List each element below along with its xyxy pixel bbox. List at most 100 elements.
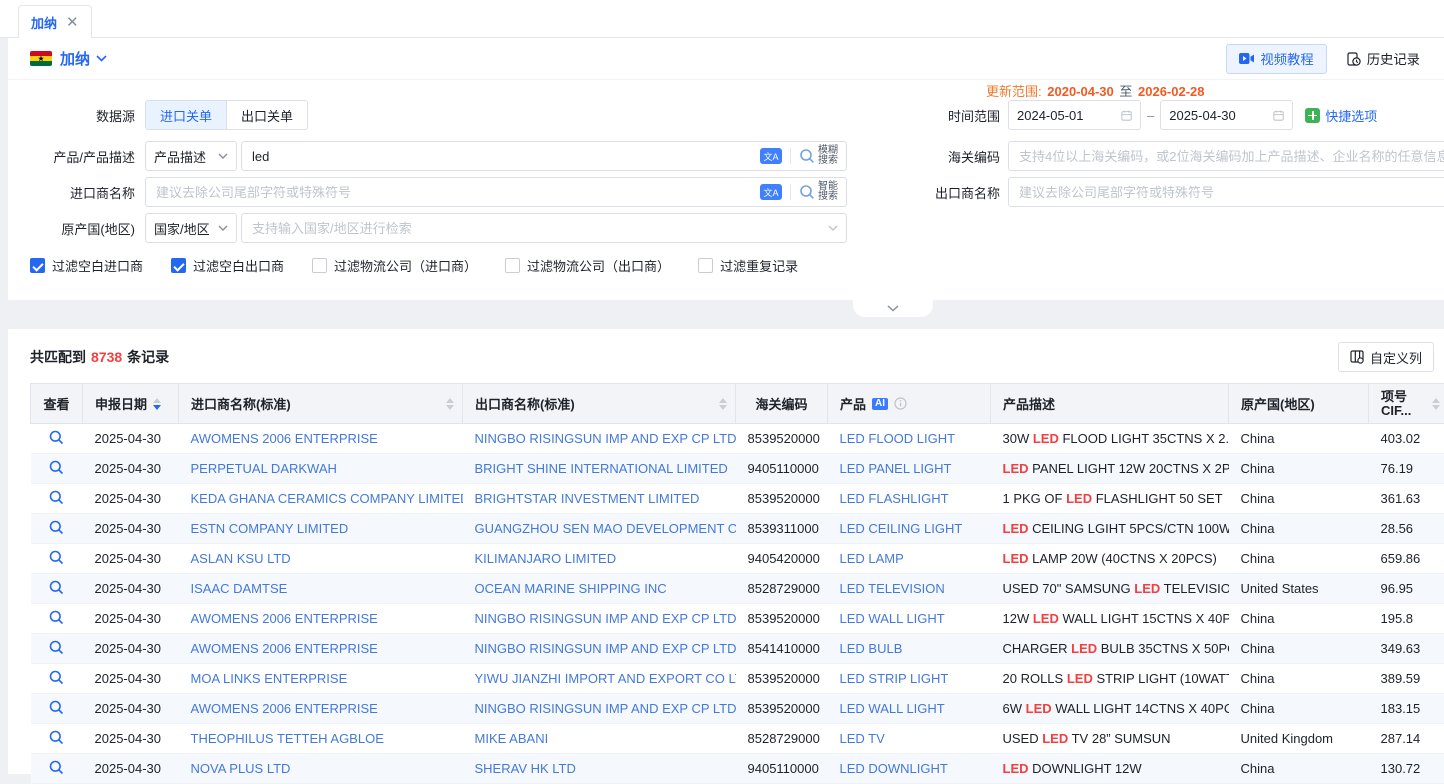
info-icon[interactable] — [894, 397, 907, 410]
history-button[interactable]: 历史记录 — [1337, 44, 1430, 74]
filter-blank-exporter[interactable]: 过滤空白出口商 — [171, 256, 284, 275]
view-record-icon[interactable] — [49, 490, 64, 505]
exporter-link[interactable]: MIKE ABANI — [475, 731, 549, 746]
exporter-link[interactable]: NINGBO RISINGSUN IMP AND EXP CP LTD — [475, 641, 736, 656]
exporter-input[interactable] — [1019, 185, 1444, 200]
origin-type-select[interactable]: 国家/地区 — [145, 213, 237, 243]
highlighted-keyword: LED — [1003, 521, 1029, 536]
importer-link[interactable]: KEDA GHANA CERAMICS COMPANY LIMITED — [191, 491, 463, 506]
importer-link[interactable]: AWOMENS 2006 ENTERPRISE — [191, 701, 378, 716]
importer-link[interactable]: AWOMENS 2006 ENTERPRISE — [191, 641, 378, 656]
fuzzy-search-button[interactable]: 模糊搜索 — [799, 146, 838, 166]
hs-code-cell: 8539520000 — [736, 424, 828, 454]
translate-icon[interactable]: 文A — [760, 148, 782, 164]
product-link[interactable]: LED TELEVISION — [840, 581, 945, 596]
col-importer[interactable]: 进口商名称(标准) — [179, 384, 463, 424]
importer-field: 文A 智能搜索 — [145, 177, 847, 207]
importer-link[interactable]: ASLAN KSU LTD — [191, 551, 291, 566]
end-date-input[interactable] — [1169, 108, 1267, 123]
filter-blank-importer[interactable]: 过滤空白进口商 — [30, 256, 143, 275]
product-link[interactable]: LED FLOOD LIGHT — [840, 431, 956, 446]
declare-date-cell: 2025-04-30 — [83, 634, 179, 664]
collapse-panel-button[interactable] — [853, 300, 933, 317]
view-record-icon[interactable] — [49, 700, 64, 715]
importer-link[interactable]: ISAAC DAMTSE — [191, 581, 288, 596]
product-link[interactable]: LED CEILING LIGHT — [840, 521, 963, 536]
quick-options-button[interactable]: 快捷选项 — [1305, 106, 1377, 125]
col-origin: 原产国(地区) — [1229, 384, 1369, 424]
cif-value-cell: 195.8 — [1369, 604, 1444, 634]
exporter-link[interactable]: NINGBO RISINGSUN IMP AND EXP CP LTD — [475, 611, 736, 626]
cif-value-cell: 659.86 — [1369, 544, 1444, 574]
exporter-link[interactable]: BRIGHTSTAR INVESTMENT LIMITED — [475, 491, 700, 506]
origin-cell: China — [1229, 604, 1369, 634]
product-link[interactable]: LED STRIP LIGHT — [840, 671, 949, 686]
cif-value-cell: 361.63 — [1369, 484, 1444, 514]
product-link[interactable]: LED PANEL LIGHT — [840, 461, 952, 476]
product-link[interactable]: LED TV — [840, 731, 885, 746]
highlighted-keyword: LED — [1042, 731, 1068, 746]
col-exporter[interactable]: 出口商名称(标准) — [463, 384, 736, 424]
product-link[interactable]: LED WALL LIGHT — [840, 701, 945, 716]
filter-logistics-exporter[interactable]: 过滤物流公司（出口商） — [505, 256, 670, 275]
col-item-cif[interactable]: 项号CIF... — [1369, 384, 1444, 424]
view-record-icon[interactable] — [49, 580, 64, 595]
importer-link[interactable]: AWOMENS 2006 ENTERPRISE — [191, 431, 378, 446]
product-link[interactable]: LED FLASHLIGHT — [840, 491, 949, 506]
smart-search-button[interactable]: 智能搜索 — [799, 182, 838, 202]
view-record-icon[interactable] — [49, 760, 64, 775]
table-row: 2025-04-30 THEOPHILUS TETTEH AGBLOE MIKE… — [31, 724, 1444, 754]
importer-link[interactable]: ESTN COMPANY LIMITED — [191, 521, 349, 536]
description-cell: USED 70" SAMSUNG LED TELEVISION — [991, 574, 1229, 604]
exporter-link[interactable]: YIWU JIANZHI IMPORT AND EXPORT CO LTD — [475, 671, 736, 686]
exporter-link[interactable]: GUANGZHOU SEN MAO DEVELOPMENT C... — [475, 521, 736, 536]
exporter-link[interactable]: KILIMANJARO LIMITED — [475, 551, 617, 566]
translate-icon[interactable]: 文A — [760, 184, 782, 200]
highlighted-keyword: LED — [1026, 701, 1052, 716]
country-name[interactable]: 加纳 — [60, 48, 90, 69]
exporter-link[interactable]: BRIGHT SHINE INTERNATIONAL LIMITED — [475, 461, 728, 476]
chevron-down-icon — [887, 305, 899, 312]
product-type-select[interactable]: 产品描述 — [145, 141, 237, 171]
tab-export-customs[interactable]: 出口关单 — [226, 101, 307, 129]
cif-value-cell: 28.56 — [1369, 514, 1444, 544]
importer-link[interactable]: PERPETUAL DARKWAH — [191, 461, 337, 476]
product-link[interactable]: LED WALL LIGHT — [840, 611, 945, 626]
importer-link[interactable]: AWOMENS 2006 ENTERPRISE — [191, 611, 378, 626]
view-record-icon[interactable] — [49, 670, 64, 685]
view-record-icon[interactable] — [49, 640, 64, 655]
exporter-link[interactable]: NINGBO RISINGSUN IMP AND EXP CP LTD — [475, 701, 736, 716]
col-declare-date[interactable]: 申报日期 — [83, 384, 179, 424]
importer-link[interactable]: THEOPHILUS TETTEH AGBLOE — [191, 731, 384, 746]
view-record-icon[interactable] — [49, 730, 64, 745]
tab-ghana[interactable]: 加纳 ✕ — [18, 5, 92, 39]
product-link[interactable]: LED BULB — [840, 641, 903, 656]
importer-link[interactable]: MOA LINKS ENTERPRISE — [191, 671, 348, 686]
exporter-link[interactable]: OCEAN MARINE SHIPPING INC — [475, 581, 667, 596]
view-record-icon[interactable] — [49, 430, 64, 445]
view-record-icon[interactable] — [49, 460, 64, 475]
start-date-field[interactable] — [1008, 100, 1141, 130]
end-date-field[interactable] — [1160, 100, 1293, 130]
declare-date-cell: 2025-04-30 — [83, 574, 179, 604]
filter-duplicate-records[interactable]: 过滤重复记录 — [698, 256, 798, 275]
view-record-icon[interactable] — [49, 520, 64, 535]
data-source-switch: 进口关单 出口关单 — [145, 100, 308, 130]
tab-import-customs[interactable]: 进口关单 — [146, 101, 226, 129]
hs-code-input[interactable] — [1019, 149, 1444, 164]
tab-close-icon[interactable]: ✕ — [66, 15, 79, 30]
view-record-icon[interactable] — [49, 610, 64, 625]
exporter-link[interactable]: NINGBO RISINGSUN IMP AND EXP CP LTD — [475, 431, 736, 446]
view-record-icon[interactable] — [49, 550, 64, 565]
importer-input[interactable] — [156, 185, 760, 200]
calendar-icon — [1273, 109, 1284, 122]
product-search-input[interactable] — [252, 149, 760, 164]
product-link[interactable]: LED LAMP — [840, 551, 904, 566]
filter-logistics-importer[interactable]: 过滤物流公司（进口商） — [312, 256, 477, 275]
start-date-input[interactable] — [1017, 108, 1115, 123]
video-tutorial-button[interactable]: 视频教程 — [1226, 44, 1326, 74]
table-row: 2025-04-30 ESTN COMPANY LIMITED GUANGZHO… — [31, 514, 1444, 544]
customize-columns-button[interactable]: 自定义列 — [1338, 342, 1434, 372]
origin-input[interactable] — [252, 221, 828, 236]
data-source-label: 数据源 — [30, 106, 135, 125]
